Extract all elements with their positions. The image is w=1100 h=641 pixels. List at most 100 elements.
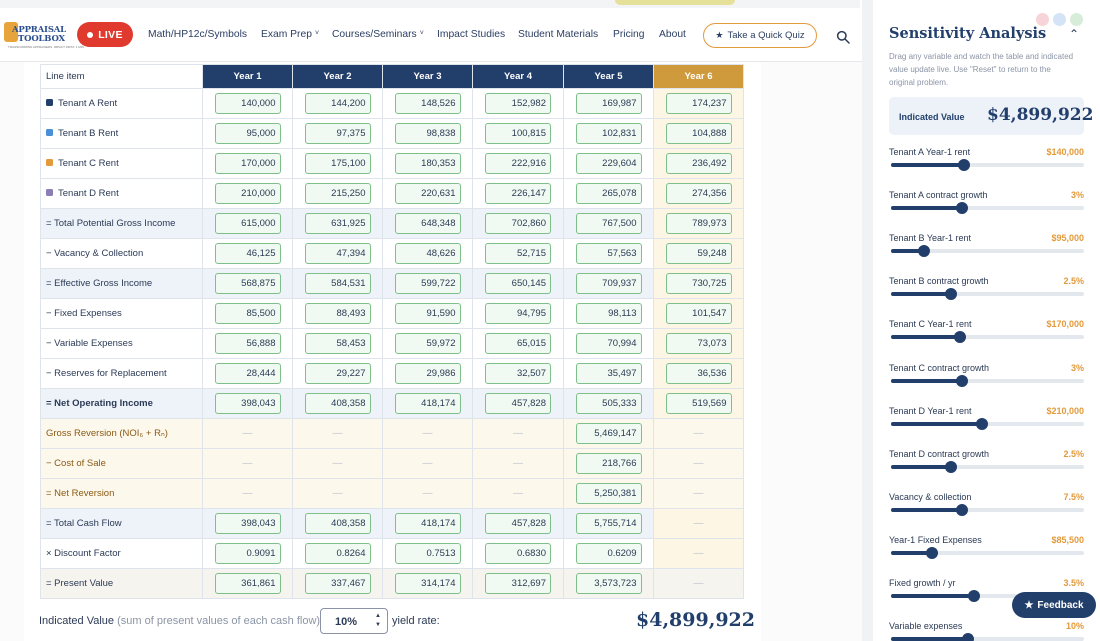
value-input[interactable]: 398,043 — [214, 393, 281, 414]
value-input[interactable]: 180,353 — [394, 153, 461, 174]
value-input[interactable]: 314,174 — [394, 573, 461, 594]
value-input[interactable]: 631,925 — [304, 213, 371, 234]
value-input[interactable]: 568,875 — [214, 273, 281, 294]
value-input[interactable]: 312,697 — [485, 573, 551, 594]
value-input[interactable]: 65,015 — [485, 333, 551, 354]
value-input[interactable]: 148,526 — [394, 93, 461, 114]
slider-thumb[interactable] — [944, 288, 957, 301]
value-input[interactable]: 174,237 — [665, 93, 732, 114]
value-input[interactable]: 95,000 — [214, 123, 281, 144]
value-input[interactable]: 709,937 — [575, 273, 642, 294]
value-input[interactable]: 102,831 — [575, 123, 642, 144]
value-input[interactable]: 519,569 — [665, 393, 732, 414]
value-input[interactable]: 0.6830 — [485, 543, 551, 564]
nav-link-exam-prep[interactable]: Exam Prep ˅ — [261, 29, 319, 40]
value-input[interactable]: 398,043 — [214, 513, 281, 534]
slider-track[interactable] — [891, 633, 1084, 641]
value-input[interactable]: 57,563 — [575, 243, 642, 264]
slider-track[interactable] — [891, 202, 1084, 215]
value-input[interactable]: 730,725 — [665, 273, 732, 294]
slider-track[interactable] — [891, 288, 1084, 301]
value-input[interactable]: 584,531 — [304, 273, 371, 294]
value-input[interactable]: 97,375 — [304, 123, 371, 144]
value-input[interactable]: 5,755,714 — [575, 513, 642, 534]
appraisal-toolbox-logo[interactable]: APPRAISAL TOOLBOX TRANSFORMING APPRAISER… — [4, 20, 85, 50]
value-input[interactable]: 88,493 — [304, 303, 371, 324]
value-input[interactable]: 29,986 — [394, 363, 461, 384]
nav-link-impact-studies[interactable]: Impact Studies — [437, 29, 505, 40]
value-input[interactable]: 104,888 — [665, 123, 732, 144]
slider-thumb[interactable] — [975, 417, 988, 430]
value-input[interactable]: 648,348 — [394, 213, 461, 234]
slider-thumb[interactable] — [917, 245, 930, 258]
value-input[interactable]: 337,467 — [304, 573, 371, 594]
value-input[interactable]: 152,982 — [485, 93, 551, 114]
slider-track[interactable] — [891, 546, 1084, 559]
slider-thumb[interactable] — [956, 374, 969, 387]
feedback-button[interactable]: ★ Feedback — [1012, 592, 1096, 618]
slider-thumb[interactable] — [956, 202, 969, 215]
slider-thumb[interactable] — [925, 546, 938, 559]
nav-link-math-hp12c-symbols[interactable]: Math/HP12c/Symbols — [148, 29, 247, 40]
value-input[interactable]: 457,828 — [485, 393, 551, 414]
slider-track[interactable] — [891, 503, 1084, 516]
value-input[interactable]: 650,145 — [485, 273, 551, 294]
value-input[interactable]: 85,500 — [214, 303, 281, 324]
value-input[interactable]: 59,248 — [665, 243, 732, 264]
value-input[interactable]: 46,125 — [214, 243, 281, 264]
value-input[interactable]: 59,972 — [394, 333, 461, 354]
stepper-icon[interactable]: ▲ ▼ — [375, 612, 381, 630]
slider-track[interactable] — [891, 460, 1084, 473]
value-input[interactable]: 140,000 — [214, 93, 281, 114]
value-input[interactable]: 418,174 — [394, 393, 461, 414]
value-input[interactable]: 265,078 — [575, 183, 642, 204]
value-input[interactable]: 48,626 — [394, 243, 461, 264]
slider-thumb[interactable] — [958, 159, 971, 171]
value-input[interactable]: 91,590 — [394, 303, 461, 324]
value-input[interactable]: 408,358 — [304, 513, 371, 534]
value-input[interactable]: 170,000 — [214, 153, 281, 174]
value-input[interactable]: 73,073 — [665, 333, 732, 354]
value-input[interactable]: 361,861 — [214, 573, 281, 594]
quick-quiz-button[interactable]: ★ Take a Quick Quiz — [703, 23, 817, 48]
value-input[interactable]: 56,888 — [214, 333, 281, 354]
value-input[interactable]: 70,994 — [575, 333, 642, 354]
value-input[interactable]: 226,147 — [485, 183, 551, 204]
value-input[interactable]: 218,766 — [575, 453, 642, 474]
value-input[interactable]: 3,573,723 — [575, 573, 642, 594]
value-input[interactable]: 210,000 — [214, 183, 281, 204]
value-input[interactable]: 274,356 — [665, 183, 732, 204]
value-input[interactable]: 28,444 — [214, 363, 281, 384]
slider-track[interactable] — [891, 331, 1084, 344]
slider-thumb[interactable] — [967, 590, 980, 602]
value-input[interactable]: 169,987 — [575, 93, 642, 114]
nav-link-student-materials[interactable]: Student Materials — [518, 29, 598, 40]
slider-track[interactable] — [891, 374, 1084, 387]
value-input[interactable]: 0.7513 — [394, 543, 461, 564]
live-button[interactable]: LIVE — [77, 22, 133, 47]
slider-track[interactable] — [891, 417, 1084, 430]
value-input[interactable]: 229,604 — [575, 153, 642, 174]
value-input[interactable]: 505,333 — [575, 393, 642, 414]
value-input[interactable]: 5,469,147 — [575, 423, 642, 444]
nav-link-about[interactable]: About — [659, 29, 686, 40]
value-input[interactable]: 101,547 — [665, 303, 732, 324]
value-input[interactable]: 100,815 — [485, 123, 551, 144]
slider-thumb[interactable] — [962, 633, 975, 641]
value-input[interactable]: 58,453 — [304, 333, 371, 354]
value-input[interactable]: 29,227 — [304, 363, 371, 384]
value-input[interactable]: 0.8264 — [304, 543, 371, 564]
value-input[interactable]: 144,200 — [304, 93, 371, 114]
value-input[interactable]: 47,394 — [304, 243, 371, 264]
value-input[interactable]: 457,828 — [485, 513, 551, 534]
value-input[interactable]: 222,916 — [485, 153, 551, 174]
slider-track[interactable] — [891, 159, 1084, 171]
value-input[interactable]: 220,631 — [394, 183, 461, 204]
slider-thumb[interactable] — [954, 331, 967, 344]
value-input[interactable]: 98,113 — [575, 303, 642, 324]
search-icon[interactable] — [836, 30, 850, 44]
nav-link-pricing[interactable]: Pricing — [613, 29, 644, 40]
value-input[interactable]: 52,715 — [485, 243, 551, 264]
value-input[interactable]: 789,973 — [665, 213, 732, 234]
value-input[interactable]: 236,492 — [665, 153, 732, 174]
